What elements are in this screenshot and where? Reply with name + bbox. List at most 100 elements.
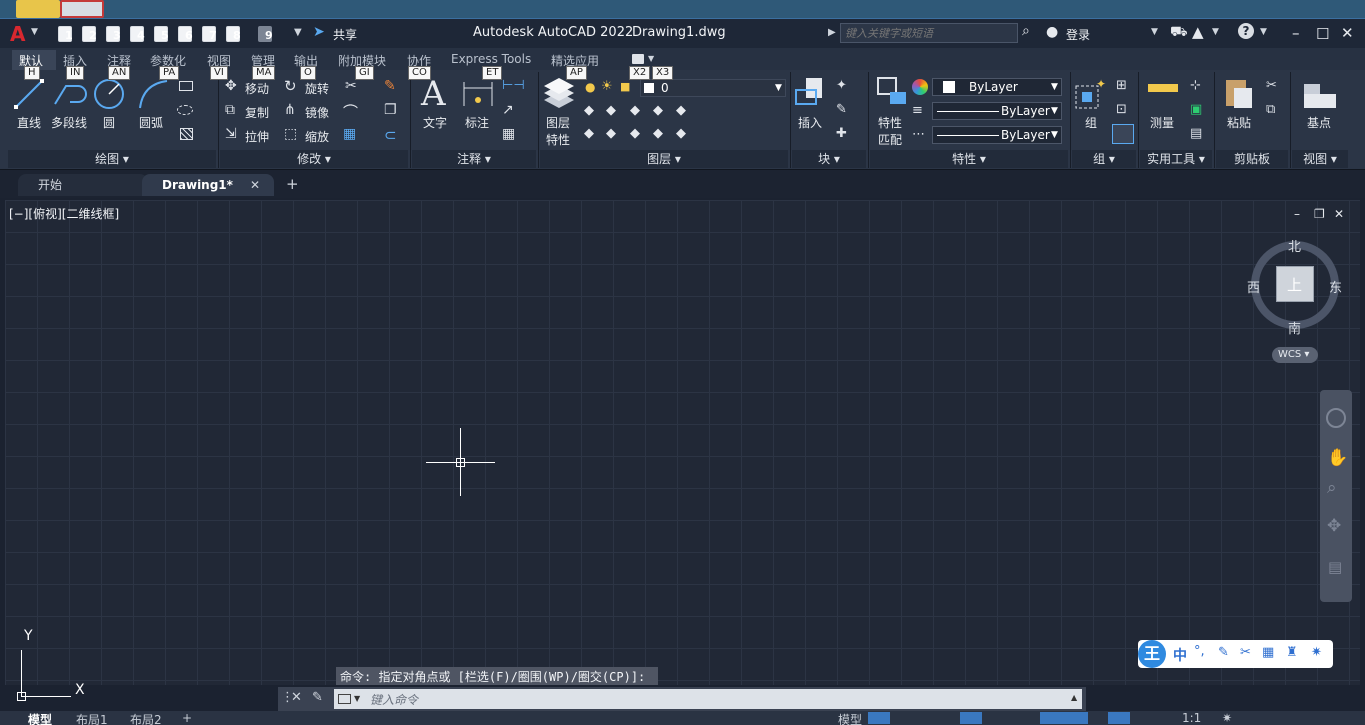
line-icon[interactable] bbox=[13, 78, 45, 110]
properties-panel-footer[interactable]: 特性 ▾ bbox=[870, 150, 1068, 168]
dimension-button[interactable]: 标注 bbox=[465, 114, 489, 131]
copy-clip-icon[interactable]: ⧉ bbox=[1266, 102, 1275, 117]
trim-icon[interactable]: ✂ bbox=[345, 78, 357, 94]
rotate-button[interactable]: 旋转 bbox=[305, 80, 329, 97]
layout2-tab[interactable]: 布局2 bbox=[130, 711, 162, 725]
cut-icon[interactable]: ✂ bbox=[1266, 78, 1277, 93]
arc-icon[interactable] bbox=[137, 78, 169, 110]
close-icon[interactable]: ✕ bbox=[1341, 24, 1354, 42]
ungroup-icon[interactable]: ⊞ bbox=[1116, 78, 1127, 93]
ortho-toggle-icon[interactable] bbox=[960, 712, 982, 724]
login-button[interactable]: 登录 bbox=[1066, 26, 1090, 43]
view-panel-footer[interactable]: 视图 ▾ bbox=[1292, 150, 1348, 168]
layer-tool-icon[interactable]: ◆ bbox=[676, 103, 686, 118]
close-tab-icon[interactable]: ✕ bbox=[250, 174, 260, 196]
select-all-icon[interactable]: ▣ bbox=[1190, 102, 1202, 117]
arc-button[interactable]: 圆弧 bbox=[139, 114, 163, 131]
tab-express-tools[interactable]: Express Tools bbox=[451, 52, 531, 66]
move-button[interactable]: 移动 bbox=[245, 80, 269, 97]
paste-button[interactable]: 粘贴 bbox=[1227, 114, 1251, 131]
layer-properties-icon[interactable] bbox=[542, 76, 576, 110]
group-select-icon[interactable] bbox=[1112, 124, 1134, 144]
viewport-controls[interactable]: [−][俯视][二维线框] bbox=[9, 205, 119, 222]
quick-select-icon[interactable]: ⊹ bbox=[1190, 78, 1201, 93]
layer-tool-icon[interactable]: ◆ bbox=[653, 126, 663, 141]
zoom-icon[interactable]: ⌕ bbox=[1327, 478, 1337, 498]
layer-tool-icon[interactable]: ◆ bbox=[630, 126, 640, 141]
minimize-icon[interactable]: – bbox=[1292, 24, 1300, 42]
attribute-icon[interactable]: ✚ bbox=[836, 126, 847, 141]
edit-block-icon[interactable]: ✎ bbox=[836, 102, 847, 117]
mirror-button[interactable]: 镜像 bbox=[305, 104, 329, 121]
drawing-canvas[interactable] bbox=[5, 200, 1360, 685]
close-icon[interactable]: ✕ bbox=[291, 690, 302, 705]
match-properties-label-2[interactable]: 匹配 bbox=[878, 131, 902, 148]
viewport-close-icon[interactable]: ✕ bbox=[1334, 207, 1344, 221]
layer-tool-icon[interactable]: ◆ bbox=[653, 103, 663, 118]
add-layout-tab[interactable]: + bbox=[182, 711, 192, 725]
scale-icon[interactable]: ⬚ bbox=[284, 126, 297, 142]
measure-icon[interactable] bbox=[1148, 84, 1178, 92]
mirror-icon[interactable]: ⋔ bbox=[284, 102, 296, 118]
polyline-icon[interactable] bbox=[52, 78, 88, 110]
linetype-icon[interactable]: ⋯ bbox=[912, 127, 925, 142]
dimension-icon[interactable] bbox=[461, 78, 495, 110]
layout1-tab[interactable]: 布局1 bbox=[76, 711, 108, 725]
ellipse-icon[interactable] bbox=[177, 105, 193, 115]
create-block-icon[interactable]: ✦ bbox=[836, 78, 847, 93]
layer-dropdown[interactable]: 0 ▼ bbox=[640, 79, 786, 97]
color-wheel-icon[interactable] bbox=[912, 79, 928, 95]
explode-icon[interactable]: ❐ bbox=[384, 102, 397, 118]
osnap-toggle-icon[interactable] bbox=[1040, 712, 1088, 724]
base-view-button[interactable]: 基点 bbox=[1307, 114, 1331, 131]
utilities-panel-footer[interactable]: 实用工具 ▾ bbox=[1140, 150, 1212, 168]
gear-icon[interactable]: ✷ bbox=[1222, 711, 1232, 725]
lock-icon[interactable]: ■ bbox=[620, 80, 630, 93]
steering-wheel-icon[interactable] bbox=[1326, 408, 1346, 428]
share-icon[interactable]: ➤ bbox=[313, 24, 325, 40]
annotation-visibility-icon[interactable] bbox=[1108, 712, 1130, 724]
chevron-down-icon[interactable]: ▼ bbox=[1260, 27, 1267, 37]
lightbulb-icon[interactable]: ● bbox=[585, 80, 595, 94]
copy-button[interactable]: 复制 bbox=[245, 104, 269, 121]
stretch-icon[interactable]: ⇲ bbox=[225, 126, 237, 142]
taskbar-app-icon[interactable] bbox=[16, 0, 60, 18]
layers-panel-footer[interactable]: 图层 ▾ bbox=[540, 150, 788, 168]
paste-icon[interactable] bbox=[1224, 76, 1254, 110]
modify-panel-footer[interactable]: 修改 ▾ bbox=[220, 150, 408, 168]
array-icon[interactable]: ▦ bbox=[343, 126, 356, 142]
leader-icon[interactable]: ↗ bbox=[502, 102, 514, 118]
customize-qat-icon[interactable]: ▼ bbox=[294, 27, 302, 38]
viewcube-east[interactable]: 东 bbox=[1329, 277, 1342, 296]
layer-tool-icon[interactable]: ◆ bbox=[606, 126, 616, 141]
table-icon[interactable]: ▦ bbox=[502, 126, 515, 142]
command-input[interactable]: ▼ 键入命令 ▲ bbox=[334, 689, 1082, 709]
base-view-icon[interactable] bbox=[1302, 80, 1338, 110]
annotation-panel-footer[interactable]: 注释 ▾ bbox=[412, 150, 536, 168]
chevron-down-icon[interactable]: ▼ bbox=[1151, 27, 1158, 37]
group-icon[interactable]: ✦ bbox=[1074, 78, 1106, 112]
match-properties-icon[interactable] bbox=[876, 76, 908, 110]
block-panel-footer[interactable]: 块 ▾ bbox=[792, 150, 866, 168]
help-icon[interactable]: ? bbox=[1238, 23, 1254, 39]
erase-icon[interactable]: ✎ bbox=[384, 78, 396, 94]
showmotion-icon[interactable]: ▤ bbox=[1328, 558, 1342, 576]
shirt-icon[interactable]: ♜ bbox=[1286, 645, 1298, 660]
autodesk-app-icon[interactable]: ▲ bbox=[1192, 23, 1204, 41]
viewport-restore-icon[interactable]: ❐ bbox=[1314, 207, 1325, 221]
circle-button[interactable]: 圆 bbox=[103, 114, 115, 131]
viewcube-west[interactable]: 西 bbox=[1247, 277, 1260, 296]
search-input[interactable] bbox=[840, 23, 1018, 43]
copy-icon[interactable]: ⧉ bbox=[225, 102, 235, 118]
pan-icon[interactable]: ✋ bbox=[1327, 448, 1348, 468]
viewport-minimize-icon[interactable]: – bbox=[1294, 207, 1300, 221]
start-tab[interactable]: 开始 bbox=[18, 174, 148, 196]
color-dropdown[interactable]: ByLayer ▼ bbox=[932, 78, 1062, 96]
share-button[interactable]: 共享 bbox=[333, 26, 357, 43]
offset-icon[interactable]: ⊂ bbox=[384, 126, 397, 144]
ime-mode-toggle[interactable]: 中 bbox=[1173, 645, 1187, 665]
text-icon[interactable]: A bbox=[421, 74, 446, 114]
line-button[interactable]: 直线 bbox=[17, 114, 41, 131]
user-icon[interactable]: ● bbox=[1046, 24, 1058, 40]
group-edit-icon[interactable]: ⊡ bbox=[1116, 102, 1127, 117]
